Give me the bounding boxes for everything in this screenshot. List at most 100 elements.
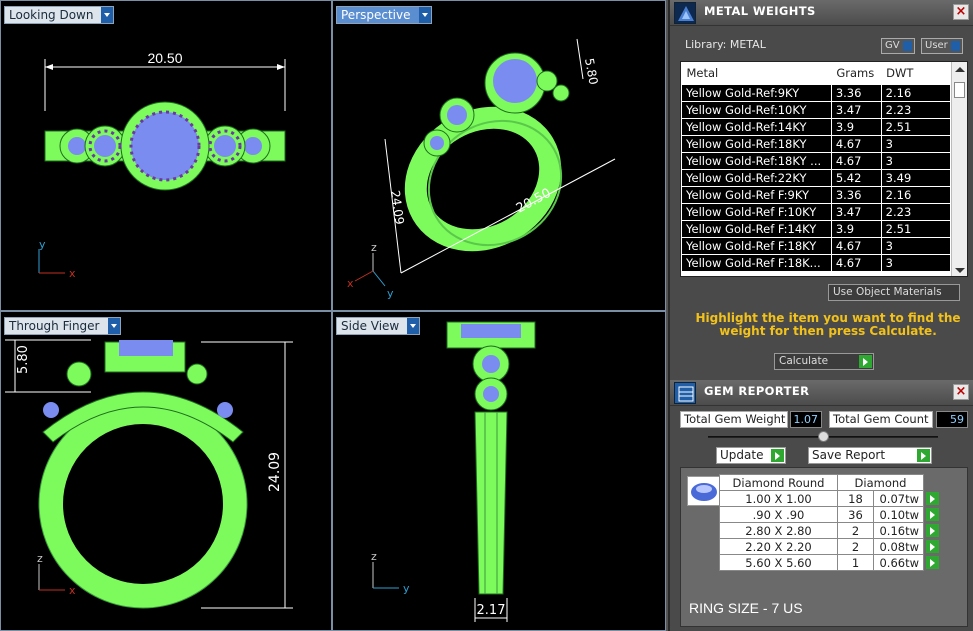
gem-select-button[interactable] <box>923 522 940 539</box>
chevron-down-icon[interactable] <box>407 318 420 334</box>
dwt-cell: 2.51 <box>880 117 952 136</box>
grams-cell: 3.47 <box>830 100 882 119</box>
table-row[interactable]: Yellow Gold-Ref F:14KY 3.9 2.51 <box>681 219 952 238</box>
scroll-up-icon[interactable] <box>955 67 965 72</box>
gem-row: .90 X .90 36 0.10tw <box>719 506 940 523</box>
table-row[interactable]: Yellow Gold-Ref:18KY ... 4.67 3 <box>681 151 952 170</box>
chevron-down-icon[interactable] <box>107 318 120 334</box>
grams-cell: 3.36 <box>830 83 882 102</box>
axis-y-label: y <box>39 238 46 251</box>
gem-table: Diamond Round Diamond 1.00 X 1.00 18 0.07t… <box>719 474 940 571</box>
metal-cell: Yellow Gold-Ref F:14KY <box>681 219 832 238</box>
viewport-label-perspective[interactable]: Perspective <box>336 6 432 24</box>
table-row[interactable]: Yellow Gold-Ref F:18KY 4.67 3 <box>681 236 952 255</box>
table-row[interactable]: Yellow Gold-Ref:9KY 3.36 2.16 <box>681 83 952 102</box>
dimension-label-a: 2.17 <box>477 603 506 618</box>
total-gem-weight-value: 1.07 <box>790 411 822 428</box>
metal-cell: Yellow Gold-Ref F:10KY <box>681 202 832 221</box>
dimension-label-a: 5.80 <box>582 57 600 86</box>
close-icon[interactable]: × <box>953 384 969 400</box>
gem-select-button[interactable] <box>923 538 940 555</box>
user-toggle[interactable]: User <box>921 38 963 54</box>
metal-cell: Yellow Gold-Ref F:18K... <box>681 253 832 272</box>
viewport-perspective[interactable]: Perspective 5.80 24.09 20.50 z y x <box>332 0 666 311</box>
gem-weight-cell: 0.16tw <box>873 522 924 539</box>
gv-toggle[interactable]: GV <box>881 38 915 54</box>
scroll-down-icon[interactable] <box>955 268 965 273</box>
ring-front-view: 5.80 24.09 z x <box>5 339 293 609</box>
gem-weight-cell: 0.07tw <box>873 490 924 507</box>
close-icon[interactable]: × <box>953 4 969 20</box>
gem-count-cell: 1 <box>837 554 874 571</box>
chevron-down-icon[interactable] <box>101 7 114 23</box>
vertical-scrollbar[interactable] <box>951 62 967 276</box>
dimension-label-b: 24.09 <box>388 189 407 225</box>
gem-row: 2.80 X 2.80 2 0.16tw <box>719 522 940 539</box>
grams-cell: 4.67 <box>830 236 882 255</box>
gem-row: 2.20 X 2.20 2 0.08tw <box>719 538 940 555</box>
gem-count-cell: 18 <box>837 490 874 507</box>
diamond-round-icon <box>687 476 721 506</box>
play-icon <box>917 449 930 462</box>
dwt-cell: 2.16 <box>880 185 952 204</box>
column-header-grams[interactable]: Grams <box>831 62 882 84</box>
chevron-down-icon[interactable] <box>418 7 431 23</box>
dwt-cell: 2.23 <box>880 100 952 119</box>
metal-weights-table[interactable]: Metal Grams DWT Yellow Gold-Ref:9KY 3.36 2… <box>680 61 968 277</box>
table-row[interactable]: Yellow Gold-Ref F:9KY 3.36 2.16 <box>681 185 952 204</box>
gem-size-cell: .90 X .90 <box>719 506 838 523</box>
viewport-label-looking-down[interactable]: Looking Down <box>4 6 115 24</box>
table-row[interactable]: Yellow Gold-Ref:10KY 3.47 2.23 <box>681 100 952 119</box>
gem-row: 5.60 X 5.60 1 0.66tw <box>719 554 940 571</box>
axis-y-label: y <box>387 287 394 300</box>
library-label: Library: METAL <box>685 38 766 51</box>
right-panel: METAL WEIGHTS × Library: METAL GV User M… <box>668 0 973 631</box>
gem-select-button[interactable] <box>923 506 940 523</box>
table-row[interactable]: Yellow Gold-Ref F:18K... 4.67 3 <box>681 253 952 272</box>
dwt-cell: 3.49 <box>880 168 952 187</box>
table-row[interactable]: Yellow Gold-Ref F:10KY 3.47 2.23 <box>681 202 952 221</box>
axis-x-label: x <box>347 277 354 290</box>
gem-reporter-title: GEM REPORTER <box>704 384 810 398</box>
gem-select-button[interactable] <box>923 490 940 507</box>
ring-perspective-view: 5.80 24.09 20.50 z y x <box>347 38 616 300</box>
viewport-label-side-view[interactable]: Side View <box>336 317 421 335</box>
viewport-through-finger[interactable]: Through Finger 5.80 24.09 z x <box>0 311 332 631</box>
slider-handle[interactable] <box>818 431 829 442</box>
dimension-label-a: 5.80 <box>16 345 31 374</box>
gem-size-cell: 1.00 X 1.00 <box>719 490 838 507</box>
viewport-looking-down[interactable]: Looking Down 20.50 y x <box>0 0 332 311</box>
gem-size-cell: 5.60 X 5.60 <box>719 554 838 571</box>
dwt-cell: 3 <box>880 236 952 255</box>
column-header-metal[interactable]: Metal <box>681 62 832 84</box>
grams-cell: 5.42 <box>830 168 882 187</box>
update-button[interactable]: Update <box>716 447 786 464</box>
metal-cell: Yellow Gold-Ref F:9KY <box>681 185 832 204</box>
dwt-cell: 3 <box>880 253 952 272</box>
viewport-label-through-finger[interactable]: Through Finger <box>4 317 121 335</box>
save-report-button[interactable]: Save Report <box>808 447 932 464</box>
gem-report-area: Diamond Round Diamond 1.00 X 1.00 18 0.07t… <box>680 467 968 627</box>
metal-weights-titlebar: METAL WEIGHTS × <box>670 0 973 26</box>
table-row[interactable]: Yellow Gold-Ref:22KY 5.42 3.49 <box>681 168 952 187</box>
dwt-cell: 2.51 <box>880 219 952 238</box>
scroll-thumb[interactable] <box>954 82 965 98</box>
calculate-button[interactable]: Calculate <box>774 353 874 370</box>
gem-size-cell: 2.80 X 2.80 <box>719 522 838 539</box>
gem-count-cell: 2 <box>837 522 874 539</box>
grams-cell: 4.67 <box>830 134 882 153</box>
total-gem-weight-label: Total Gem Weight <box>680 411 788 428</box>
table-row[interactable]: Yellow Gold-Ref:18KY 4.67 3 <box>681 134 952 153</box>
metal-cell: Yellow Gold-Ref:22KY <box>681 168 832 187</box>
play-icon <box>771 449 784 462</box>
play-icon <box>926 507 939 521</box>
metal-weights-title: METAL WEIGHTS <box>704 4 816 18</box>
column-header-dwt[interactable]: DWT <box>881 62 951 84</box>
dwt-cell: 2.23 <box>880 202 952 221</box>
gem-row: 1.00 X 1.00 18 0.07tw <box>719 490 940 507</box>
use-object-materials-button[interactable]: Use Object Materials <box>828 284 960 301</box>
play-icon <box>926 523 939 537</box>
gem-select-button[interactable] <box>923 554 940 571</box>
viewport-side-view[interactable]: Side View 2.17 z y <box>332 311 666 631</box>
table-row[interactable]: Yellow Gold-Ref:14KY 3.9 2.51 <box>681 117 952 136</box>
